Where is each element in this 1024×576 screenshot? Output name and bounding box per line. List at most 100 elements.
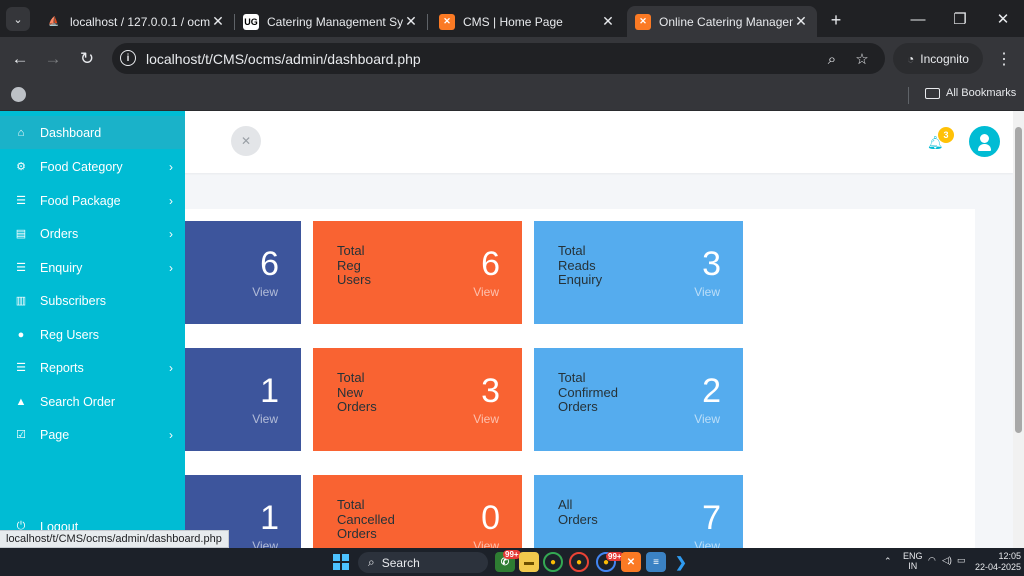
close-icon[interactable]: ✕ bbox=[210, 13, 226, 30]
chevron-right-icon: › bbox=[169, 360, 173, 375]
view-link[interactable]: View bbox=[473, 285, 499, 299]
user-avatar[interactable] bbox=[969, 126, 1000, 157]
whatsapp-icon[interactable]: ✆ 99+ bbox=[495, 550, 521, 572]
view-link[interactable]: View bbox=[473, 539, 499, 548]
sidebar-item-orders[interactable]: ▤ Orders › bbox=[0, 217, 185, 250]
stat-card-new-orders[interactable]: Total New Orders 3 View bbox=[313, 348, 522, 451]
address-url[interactable]: localhost/t/CMS/ocms/admin/dashboard.php bbox=[146, 51, 421, 67]
language-indicator[interactable]: ENG IN bbox=[903, 551, 923, 571]
chevron-up-icon[interactable]: ⌃ bbox=[884, 556, 892, 567]
tab-cms-home[interactable]: ✕ CMS | Home Page ✕ bbox=[431, 6, 624, 37]
close-icon[interactable]: ✕ bbox=[600, 13, 616, 30]
restore-button[interactable]: ❐ bbox=[940, 6, 980, 32]
xampp-icon: ✕ bbox=[439, 13, 455, 30]
view-link[interactable]: View bbox=[694, 539, 720, 548]
sidebar-item-label: Subscribers bbox=[40, 293, 106, 308]
sidebar-item-reports[interactable]: ☰ Reports › bbox=[0, 351, 185, 384]
sidebar-item-subscribers[interactable]: ▥ Subscribers bbox=[0, 284, 185, 317]
zoom-icon[interactable]: ⌕ bbox=[822, 49, 842, 69]
file-explorer-icon[interactable]: ▬ bbox=[519, 552, 539, 572]
chevron-right-icon: › bbox=[169, 226, 173, 241]
stat-card-confirmed-orders[interactable]: Total Confirmed Orders 2 View bbox=[534, 348, 743, 451]
globe-icon[interactable] bbox=[11, 87, 26, 102]
view-link[interactable]: View bbox=[694, 285, 720, 299]
notepad-icon[interactable]: ≡ bbox=[646, 552, 666, 572]
bookmark-star-icon[interactable]: ☆ bbox=[852, 49, 872, 69]
stat-label: All Orders bbox=[558, 497, 598, 527]
back-button[interactable]: ← bbox=[7, 46, 33, 72]
list-icon: ☰ bbox=[16, 195, 26, 207]
tab-search-button[interactable]: ⌄ bbox=[6, 7, 30, 31]
taskbar-search[interactable]: ⌕ Search bbox=[358, 552, 488, 573]
stat-label: Total Cancelled Orders bbox=[337, 497, 395, 542]
sidebar-item-page[interactable]: ☑ Page › bbox=[0, 418, 185, 451]
sidebar-item-food-package[interactable]: ☰ Food Package › bbox=[0, 184, 185, 217]
taskbar-clock[interactable]: 12:05 22-04-2025 bbox=[975, 551, 1021, 573]
tab-phpmyadmin[interactable]: ⛵ localhost / 127.0.0.1 / ocmsdb ✕ bbox=[38, 6, 234, 37]
view-link[interactable]: View bbox=[252, 412, 278, 426]
address-bar[interactable]: i localhost/t/CMS/ocms/admin/dashboard.p… bbox=[112, 43, 885, 74]
stat-label: Total Confirmed Orders bbox=[558, 370, 618, 415]
wifi-icon[interactable]: ◠ bbox=[928, 555, 936, 566]
close-window-button[interactable]: ✕ bbox=[983, 6, 1023, 32]
sidebar-item-reg-users[interactable]: ● Reg Users bbox=[0, 318, 185, 351]
sidebar-item-dashboard[interactable]: ⌂ Dashboard bbox=[0, 116, 185, 149]
scrollbar-thumb[interactable] bbox=[1015, 127, 1022, 433]
xampp-icon: ✕ bbox=[635, 13, 651, 30]
chevron-right-icon: › bbox=[169, 260, 173, 275]
close-icon[interactable]: ✕ bbox=[403, 13, 419, 30]
sidebar-item-label: Enquiry bbox=[40, 260, 83, 275]
view-link[interactable]: View bbox=[473, 412, 499, 426]
close-icon[interactable]: ✕ bbox=[793, 13, 809, 30]
stat-card-reg-users[interactable]: Total Reg Users 6 View bbox=[313, 221, 522, 324]
sidebar-item-label: Food Category bbox=[40, 159, 123, 174]
tab-title: localhost / 127.0.0.1 / ocmsdb bbox=[70, 14, 210, 29]
incognito-label: Incognito bbox=[920, 51, 969, 66]
vscode-icon[interactable]: ❯ bbox=[671, 552, 691, 572]
bookmarks-bar: All Bookmarks bbox=[0, 80, 1024, 111]
battery-icon[interactable]: ▭ bbox=[957, 555, 966, 566]
sidebar-item-enquiry[interactable]: ☰ Enquiry › bbox=[0, 251, 185, 284]
view-link[interactable]: View bbox=[694, 412, 720, 426]
site-info-icon[interactable]: i bbox=[120, 50, 136, 66]
tab-divider bbox=[427, 14, 428, 30]
sidebar-item-food-category[interactable]: ⚙ Food Category › bbox=[0, 150, 185, 183]
forward-button[interactable]: → bbox=[40, 46, 66, 72]
volume-icon[interactable]: ◁) bbox=[942, 555, 952, 566]
view-link[interactable]: View bbox=[252, 285, 278, 299]
reload-button[interactable]: ↻ bbox=[74, 46, 100, 72]
notification-badge: 99+ bbox=[503, 550, 521, 559]
search-icon: ⌕ bbox=[368, 555, 375, 569]
clock-date: 22-04-2025 bbox=[975, 562, 1022, 572]
sidebar-item-label: Reg Users bbox=[40, 327, 100, 342]
chrome-profile-icon[interactable]: ● bbox=[569, 552, 589, 572]
fullscreen-toggle-icon[interactable]: ✕ bbox=[231, 126, 261, 156]
sidebar-item-label: Reports bbox=[40, 360, 84, 375]
taskbar-search-label: Search bbox=[381, 555, 420, 570]
sidebar-item-label: Orders bbox=[40, 226, 79, 241]
tab-online-catering[interactable]: ✕ Online Catering Management ✕ bbox=[627, 6, 817, 37]
notification-badge: 3 bbox=[938, 127, 954, 143]
minimize-button[interactable]: — bbox=[898, 6, 938, 32]
user-icon bbox=[980, 134, 989, 143]
stat-value: 6 bbox=[481, 245, 500, 283]
sidebar-item-search-order[interactable]: ▲ Search Order bbox=[0, 385, 185, 418]
incognito-indicator[interactable]: ◔ Incognito bbox=[893, 43, 983, 74]
tab-catering-management[interactable]: UG Catering Management System ✕ bbox=[235, 6, 427, 37]
sidebar-item-label: Dashboard bbox=[40, 125, 102, 140]
view-link[interactable]: View bbox=[252, 539, 278, 548]
browser-menu-icon[interactable]: ⋮ bbox=[994, 49, 1014, 69]
stat-card-cancelled-orders[interactable]: Total Cancelled Orders 0 View bbox=[313, 475, 522, 548]
chrome-icon[interactable]: ● bbox=[543, 552, 563, 572]
file-icon: ▤ bbox=[15, 228, 27, 240]
stat-value: 1 bbox=[260, 499, 279, 537]
new-tab-button[interactable]: + bbox=[824, 8, 848, 32]
stat-card-all-orders[interactable]: All Orders 7 View bbox=[534, 475, 743, 548]
chrome-alt-icon[interactable]: ● 99+ bbox=[596, 552, 624, 572]
xampp-icon[interactable]: ✕ bbox=[621, 552, 641, 572]
stat-card-reads-enquiry[interactable]: Total Reads Enquiry 3 View bbox=[534, 221, 743, 324]
language-label: ENG bbox=[903, 551, 923, 561]
all-bookmarks-button[interactable]: All Bookmarks bbox=[925, 87, 1016, 99]
page-scrollbar[interactable] bbox=[1013, 111, 1024, 548]
windows-start-icon[interactable] bbox=[333, 554, 349, 570]
